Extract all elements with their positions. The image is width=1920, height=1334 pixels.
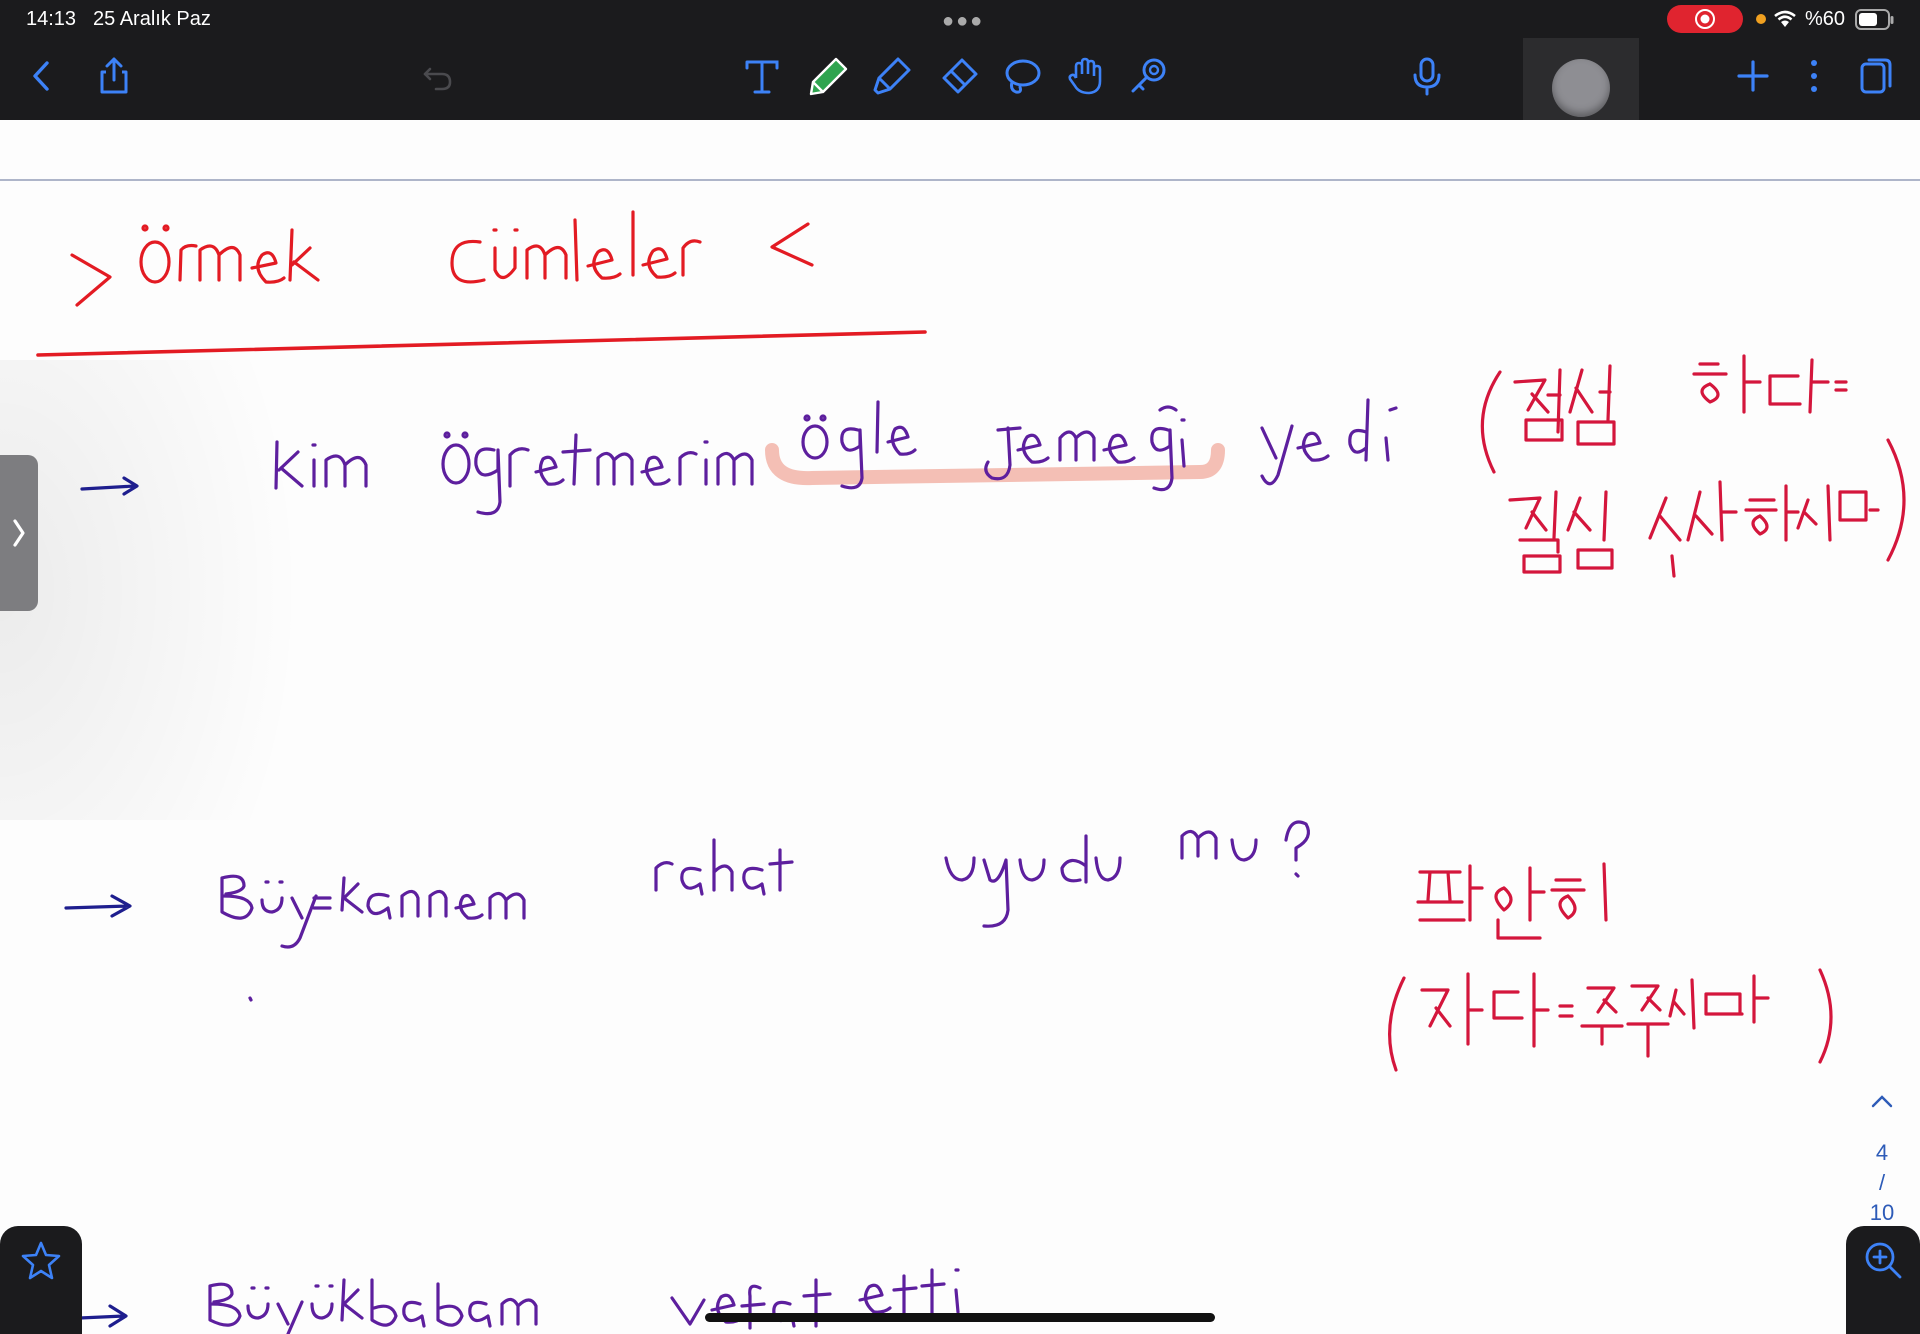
eraser-tool-icon [942,58,978,94]
zoom-in-icon [1865,1242,1902,1279]
total-pages-number: 10 [1869,1200,1895,1225]
microphone-icon [1413,57,1441,96]
note-page[interactable]: 4 / 10 [0,120,1920,1334]
laser-pointer-button[interactable] [1118,46,1178,106]
record-icon [1695,9,1715,29]
undo-icon [423,67,452,91]
sidebar-toggle-tab[interactable] [0,455,38,611]
lasso-tool-button[interactable] [992,46,1052,106]
mic-in-use-dot-icon [1756,14,1766,24]
add-icon [1737,60,1769,92]
status-time: 14:13 [26,8,77,30]
battery-percent: %60 [1805,8,1846,30]
undo-button[interactable] [408,46,468,106]
hand-tool-icon [1068,57,1102,95]
eraser-tool-button[interactable] [928,46,988,106]
pen-tool-icon [809,57,848,96]
lasso-tool-icon [1005,59,1041,94]
back-icon [33,61,49,91]
title-ink [36,210,927,357]
toolbar [0,38,1920,138]
text-tool-button[interactable] [732,46,792,106]
home-indicator[interactable] [705,1313,1215,1322]
pages-button[interactable] [1846,46,1906,106]
highlighter-tool-icon [873,57,911,95]
microphone-button[interactable] [1397,46,1457,106]
line3-ink [78,1268,1022,1334]
current-page-number: 4 [1875,1140,1889,1165]
text-tool-icon [745,60,779,94]
share-icon [100,57,128,94]
page-up-icon[interactable] [1868,1092,1896,1110]
screen-recording-indicator[interactable] [1667,5,1743,33]
line2-note-ink [1388,862,1833,1072]
star-icon [21,1241,61,1280]
favorite-button[interactable] [0,1226,82,1334]
status-date: 25 Aralık Paz [93,8,211,30]
more-button[interactable] [1784,46,1844,106]
back-button[interactable] [12,46,72,106]
highlighter-mark [765,443,1225,486]
handwriting-canvas [0,179,1920,1334]
zoom-button[interactable] [1846,1226,1920,1334]
laser-pointer-icon [1131,58,1166,93]
share-button[interactable] [84,46,144,106]
pages-icon [1860,58,1892,94]
more-icon [1811,60,1817,92]
line2-ink [64,820,1310,1002]
record-button-circle [1552,59,1610,117]
hand-tool-button[interactable] [1055,46,1115,106]
multitasking-dots-icon[interactable]: ●●● [942,10,984,33]
pen-tool-button[interactable] [798,46,858,106]
highlighter-tool-button[interactable] [862,46,922,106]
status-bar: 14:13 25 Aralık Paz ●●● %60 [0,0,1920,38]
page-separator: / [1878,1170,1886,1195]
battery-icon [1855,9,1894,30]
wifi-icon [1774,10,1796,27]
add-page-button[interactable] [1723,46,1783,106]
chevron-right-icon [13,519,25,547]
line1-note-ink [1480,354,1906,578]
